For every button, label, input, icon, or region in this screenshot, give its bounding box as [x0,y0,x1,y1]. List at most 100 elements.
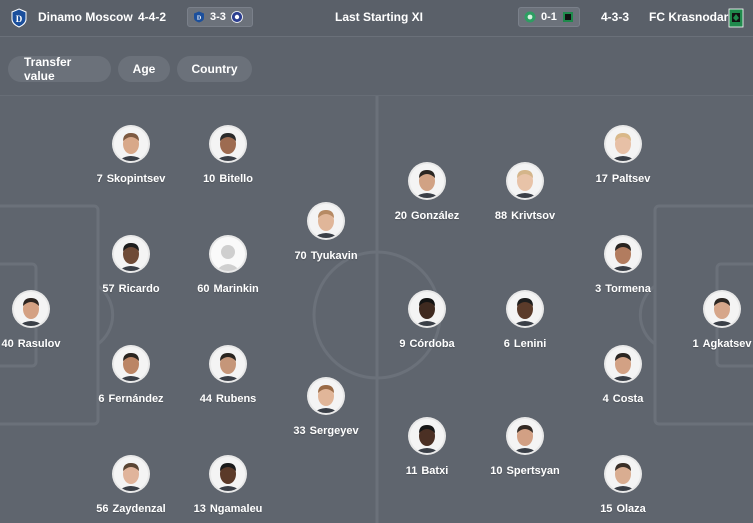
player-card[interactable]: 15 Olaza [573,457,673,515]
player-number: 7 [96,173,103,185]
player-number: 13 [193,503,206,515]
away-last-score: 0-1 [541,11,557,23]
player-avatar-icon [211,237,245,271]
player-avatar-icon [508,292,542,326]
player-label: 20 González [377,210,477,222]
player-number: 9 [399,338,406,350]
filter-country[interactable]: Country [177,56,252,82]
player-name: Lenini [513,338,547,350]
player-label: 11 Batxi [377,465,477,477]
away-last-match-badge[interactable]: 0-1 [518,7,580,27]
player-number: 70 [294,250,307,262]
player-name: Skopintsev [106,173,166,185]
svg-text:D: D [16,14,23,24]
player-avatar-icon [211,457,245,491]
player-name: Krivtsov [511,210,556,222]
player-label: 6 Fernández [81,393,181,405]
player-number: 60 [197,283,210,295]
player-card[interactable]: 1 Agkatsev [672,292,753,350]
player-label: 70 Tyukavin [276,250,376,262]
player-name: Fernández [108,393,164,405]
player-number: 11 [405,465,418,477]
player-avatar-icon [508,419,542,453]
player-number: 10 [490,465,503,477]
player-avatar-icon [114,457,148,491]
player-avatar-icon [114,237,148,271]
player-avatar-icon [410,164,444,198]
player-name: Zaydenzal [112,503,166,515]
player-card[interactable]: 4 Costa [573,347,673,405]
player-number: 20 [394,210,407,222]
opponent-crest-icon [524,11,536,23]
player-avatar-icon [309,204,343,238]
player-card[interactable]: 17 Paltsev [573,127,673,185]
player-avatar-icon [606,127,640,161]
fc-krasnodar-crest-icon [728,8,744,28]
filter-age[interactable]: Age [118,56,170,82]
dinamo-moscow-crest-icon: D [11,8,27,28]
player-name: Olaza [616,503,646,515]
home-formation: 4-4-2 [138,10,167,24]
player-card[interactable]: 6 Fernández [81,347,181,405]
player-number: 44 [199,393,212,405]
home-team-name[interactable]: Dinamo Moscow [38,10,133,24]
player-card[interactable]: 13 Ngamaleu [178,457,278,515]
player-card[interactable]: 7 Skopintsev [81,127,181,185]
player-label: 13 Ngamaleu [178,503,278,515]
player-label: 7 Skopintsev [81,173,181,185]
player-card[interactable]: 10 Bitello [178,127,278,185]
away-team-name[interactable]: FC Krasnodar [649,10,728,24]
player-number: 4 [602,393,609,405]
player-card[interactable]: 40 Rasulov [0,292,81,350]
player-name: Marinkin [213,283,259,295]
player-avatar-icon [211,347,245,381]
player-label: 1 Agkatsev [672,338,753,350]
player-card[interactable]: 57 Ricardo [81,237,181,295]
home-last-match-badge[interactable]: D 3-3 [187,7,253,27]
player-card[interactable]: 6 Lenini [475,292,575,350]
player-number: 57 [102,283,115,295]
player-label: 56 Zaydenzal [81,503,181,515]
player-label: 88 Krivtsov [475,210,575,222]
player-label: 10 Bitello [178,173,278,185]
page-title: Last Starting XI [335,10,424,24]
player-number: 17 [595,173,608,185]
player-card[interactable]: 33 Sergeyev [276,379,376,437]
player-name: Ricardo [118,283,160,295]
player-name: Tormena [605,283,651,295]
player-name: Paltsev [611,173,651,185]
filter-transfer-value[interactable]: Transfer value [8,55,111,83]
player-card[interactable]: 60 Marinkin [178,237,278,295]
player-label: 17 Paltsev [573,173,673,185]
player-label: 33 Sergeyev [276,425,376,437]
match-header: D Dinamo Moscow 4-4-2 D 3-3 Last Startin… [0,0,753,37]
player-card[interactable]: 70 Tyukavin [276,204,376,262]
player-card[interactable]: 9 Córdoba [377,292,477,350]
player-card[interactable]: 44 Rubens [178,347,278,405]
away-formation: 4-3-3 [601,10,630,24]
player-card[interactable]: 20 González [377,164,477,222]
lineup-widget: D Dinamo Moscow 4-4-2 D 3-3 Last Startin… [0,0,753,523]
player-name: Sergeyev [309,425,359,437]
player-name: Córdoba [409,338,455,350]
player-number: 6 [503,338,510,350]
player-number: 88 [494,210,508,222]
player-name: Ngamaleu [209,503,263,515]
player-name: Tyukavin [310,250,358,262]
player-name: Rubens [215,393,257,405]
player-number: 1 [692,338,699,350]
player-avatar-icon [211,127,245,161]
player-card[interactable]: 3 Tormena [573,237,673,295]
krasnodar-mini-crest-icon [562,12,573,22]
svg-text:D: D [197,16,202,22]
player-label: 60 Marinkin [178,283,278,295]
opponent-crest-icon [231,11,243,23]
player-card[interactable]: 88 Krivtsov [475,164,575,222]
player-avatar-icon [14,292,48,326]
player-card[interactable]: 56 Zaydenzal [81,457,181,515]
player-card[interactable]: 11 Batxi [377,419,477,477]
player-avatar-icon [705,292,739,326]
player-card[interactable]: 10 Spertsyan [475,419,575,477]
player-label: 4 Costa [573,393,673,405]
filter-bar: Transfer value Age Country [0,37,753,96]
